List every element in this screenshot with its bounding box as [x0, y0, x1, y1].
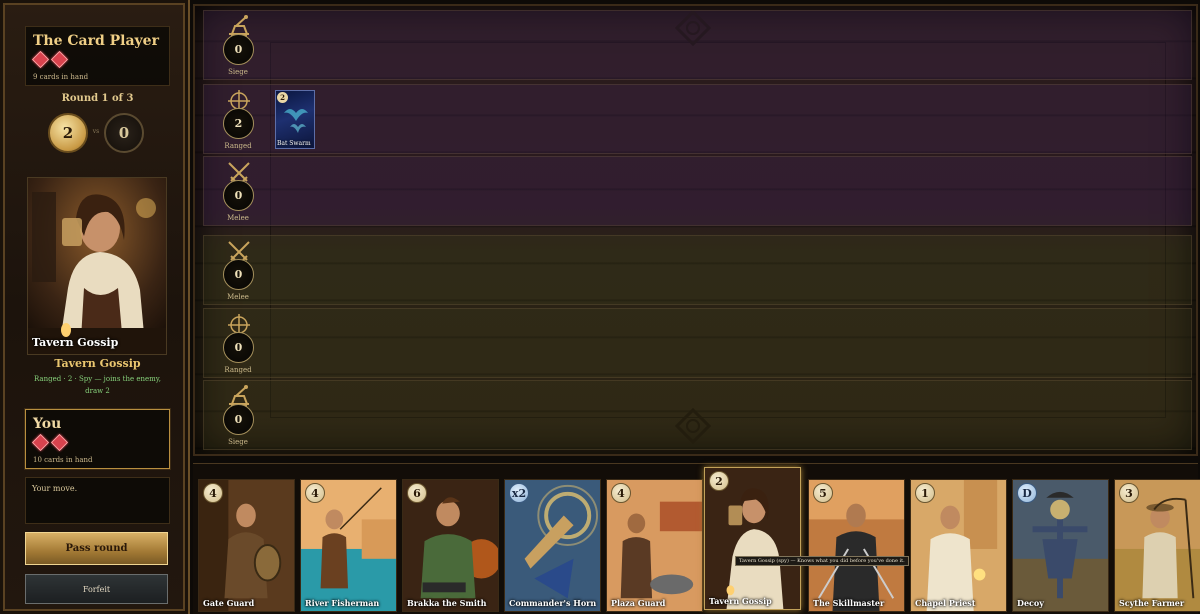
opponent-name: The Card Player [33, 33, 159, 49]
row-score: 0 [223, 180, 254, 211]
row-controls: 2 Ranged [204, 85, 272, 153]
card-name: Brakka the Smith [407, 598, 487, 608]
life-gem-icon [51, 51, 68, 68]
hand-card[interactable]: 3 Scythe Farmer [1114, 479, 1200, 612]
card-power: 2 [277, 92, 288, 103]
card-preview-image: Tavern Gossip [27, 177, 167, 355]
you-life-gems [32, 434, 68, 451]
opponent-melee-row[interactable]: 0 Melee [203, 156, 1192, 226]
row-controls: 0 Siege [204, 11, 272, 79]
hand-card[interactable]: D Decoy [1012, 479, 1109, 612]
you-siege-row[interactable]: 0 Siege [203, 380, 1192, 450]
pass-round-button[interactable]: Pass round [25, 532, 168, 565]
row-score: 0 [223, 34, 254, 65]
row-label: Melee [227, 214, 249, 222]
you-ranged-row[interactable]: 0 Ranged [203, 308, 1192, 378]
card-name: Gate Guard [203, 598, 255, 608]
hand-card[interactable]: 6 Brakka the Smith [402, 479, 499, 612]
opponent-siege-row[interactable]: 0 Siege [203, 10, 1192, 80]
life-gem-icon [51, 434, 68, 451]
score-you: 2 [48, 113, 88, 153]
board-card-bat-swarm[interactable]: 2 Bat Swarm [275, 90, 315, 149]
score-vs-label: vs [92, 128, 100, 135]
card-name: Bat Swarm [277, 140, 311, 147]
game-log: Your move. [25, 477, 170, 524]
life-gem-icon [32, 434, 49, 451]
tavern-gossip-art [28, 178, 166, 354]
life-gem-icon [32, 51, 49, 68]
row-score: 0 [223, 404, 254, 435]
opponent-panel: The Card Player 9 cards in hand [25, 26, 170, 86]
you-melee-row[interactable]: 0 Melee [203, 235, 1192, 305]
row-score: 2 [223, 108, 254, 139]
card-power: x2 [509, 483, 529, 503]
preview-card-name: Tavern Gossip [32, 336, 119, 349]
row-controls: 0 Melee [204, 236, 272, 304]
opponent-ranged-row[interactable]: 2 Ranged [203, 84, 1192, 154]
score-opponent: 0 [104, 113, 144, 153]
hand-card[interactable]: 4 Gate Guard [198, 479, 295, 612]
opponent-hand-count: 9 cards in hand [33, 73, 89, 81]
sidebar: The Card Player 9 cards in hand Round 1 … [0, 0, 190, 614]
card-name: Decoy [1017, 598, 1044, 608]
player-hand: 4 Gate Guard 4 River Fisherman 6 Brakka … [193, 463, 1200, 614]
preview-title: Tavern Gossip [54, 357, 141, 370]
hand-card[interactable]: 5 The Skillmaster [808, 479, 905, 612]
card-power: 1 [915, 483, 935, 503]
opponent-life-gems [32, 51, 68, 68]
hand-card-selected[interactable]: 2 Tavern Gossip [704, 467, 801, 610]
row-label: Ranged [224, 142, 252, 150]
card-tooltip: Tavern Gossip (spy) — Knows what you did… [735, 556, 909, 566]
card-power: 4 [203, 483, 223, 503]
row-label: Siege [228, 68, 248, 76]
you-panel: You 10 cards in hand [25, 409, 170, 469]
card-name: River Fisherman [305, 598, 380, 608]
card-name: Scythe Farmer [1119, 598, 1185, 608]
card-name: Commander's Horn [509, 598, 597, 608]
card-power: 4 [611, 483, 631, 503]
forfeit-button[interactable]: Forfeit [25, 574, 168, 604]
row-controls: 0 Ranged [204, 309, 272, 377]
hand-card[interactable]: x2 Commander's Horn [504, 479, 601, 612]
game-board: 0 Siege 2 Ranged 0 Melee 0 Melee 0 Range… [193, 4, 1198, 456]
card-name: Plaza Guard [611, 598, 666, 608]
card-power: 5 [813, 483, 833, 503]
you-name: You [33, 416, 62, 432]
card-name: The Skillmaster [813, 598, 885, 608]
row-controls: 0 Siege [204, 381, 272, 449]
card-power: 2 [709, 471, 729, 491]
card-name: Tavern Gossip [709, 596, 772, 606]
card-power: D [1017, 483, 1037, 503]
row-label: Melee [227, 293, 249, 301]
round-label: Round 1 of 3 [61, 93, 134, 104]
hand-card[interactable]: 4 River Fisherman [300, 479, 397, 612]
card-power: 4 [305, 483, 325, 503]
card-name: Chapel Priest [915, 598, 976, 608]
log-text: Your move. [32, 484, 78, 493]
row-score: 0 [223, 259, 254, 290]
hand-card[interactable]: 4 Plaza Guard [606, 479, 703, 612]
row-label: Siege [228, 438, 248, 446]
card-power: 3 [1119, 483, 1139, 503]
card-power: 6 [407, 483, 427, 503]
hand-card[interactable]: 1 Chapel Priest [910, 479, 1007, 612]
preview-description: Ranged · 2 · Spy — joins the enemy, draw… [33, 375, 162, 395]
row-label: Ranged [224, 366, 252, 374]
row-controls: 0 Melee [204, 157, 272, 225]
you-hand-count: 10 cards in hand [33, 456, 93, 464]
row-score: 0 [223, 332, 254, 363]
